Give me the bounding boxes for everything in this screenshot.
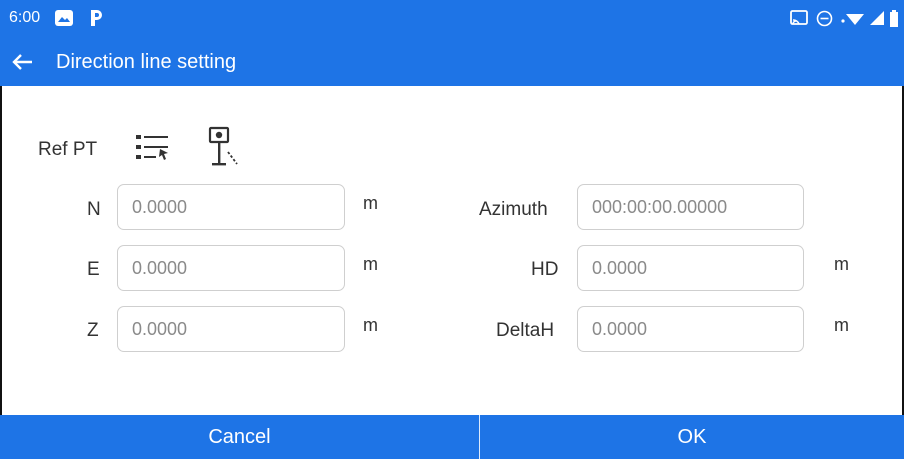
n-label: N	[87, 199, 101, 220]
wifi-icon	[840, 11, 866, 32]
z-unit: m	[363, 315, 378, 335]
battery-icon	[888, 9, 898, 32]
e-unit: m	[363, 254, 378, 274]
ok-button[interactable]: OK	[480, 415, 904, 459]
status-bar: 6:00	[0, 0, 904, 38]
gallery-icon	[54, 9, 74, 32]
e-label: E	[87, 259, 100, 280]
page-title: Direction line setting	[56, 51, 237, 73]
hd-label: HD	[531, 259, 559, 280]
parking-icon	[88, 8, 104, 33]
bottom-action-bar: Cancel OK	[0, 415, 904, 459]
status-time: 6:00	[9, 9, 41, 26]
deltah-input[interactable]	[577, 306, 804, 352]
signal-icon	[869, 10, 885, 31]
back-arrow-icon[interactable]	[10, 50, 36, 74]
n-unit: m	[363, 193, 378, 213]
app-bar: Direction line setting	[0, 38, 904, 86]
do-not-disturb-icon	[816, 10, 833, 32]
cast-icon	[790, 10, 808, 31]
azimuth-input[interactable]	[577, 184, 804, 230]
cancel-button[interactable]: Cancel	[0, 415, 479, 459]
z-label: Z	[87, 320, 99, 341]
e-input[interactable]	[117, 245, 345, 291]
ref-pt-label: Ref PT	[38, 139, 98, 160]
deltah-label: DeltaH	[496, 320, 555, 341]
point-list-select-icon[interactable]	[134, 131, 174, 168]
deltah-unit: m	[834, 315, 849, 335]
hd-input[interactable]	[577, 245, 804, 291]
azimuth-label: Azimuth	[479, 199, 548, 220]
survey-stake-icon[interactable]	[206, 126, 240, 173]
n-input[interactable]	[117, 184, 345, 230]
hd-unit: m	[834, 254, 849, 274]
z-input[interactable]	[117, 306, 345, 352]
